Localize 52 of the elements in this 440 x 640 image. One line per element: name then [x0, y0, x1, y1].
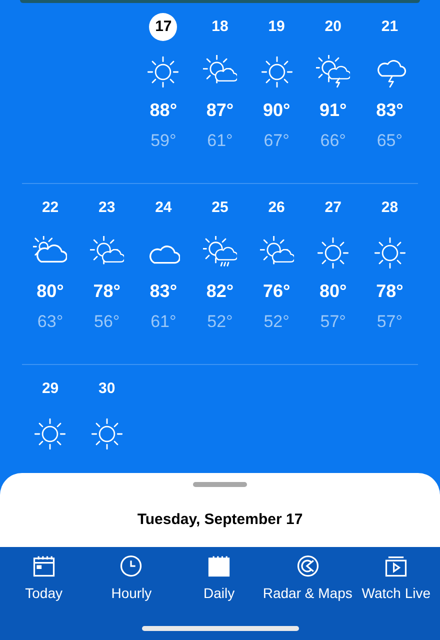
drag-handle[interactable]	[193, 482, 247, 487]
high-temperature: 90°	[262, 99, 290, 122]
low-temperature: 57°	[320, 311, 346, 333]
high-temperature: 80°	[320, 280, 347, 303]
tab[interactable]: Watch Live	[352, 547, 440, 604]
day-number[interactable]: 17	[149, 13, 178, 41]
day-number[interactable]: 18	[206, 13, 234, 41]
tab[interactable]: Today	[0, 547, 88, 604]
low-temperature: 67°	[264, 130, 290, 152]
low-temperature: 59°	[150, 130, 176, 152]
high-temperature: 83°	[150, 280, 178, 303]
high-temperature: 76°	[262, 280, 290, 303]
low-temperature: 65°	[376, 130, 403, 152]
high-temperature: 87°	[206, 99, 234, 122]
weather-icon	[316, 55, 350, 89]
low-temperature: 52°	[264, 311, 290, 333]
selected-date: Tuesday, September 17	[137, 510, 303, 530]
weather-icon	[33, 417, 68, 451]
weather-icon	[90, 417, 124, 451]
day-number[interactable]: 30	[92, 375, 121, 403]
low-temperature: 57°	[376, 311, 403, 333]
day-number[interactable]: 22	[36, 194, 64, 222]
high-temperature: 80°	[36, 280, 64, 303]
low-temperature: 61°	[207, 130, 233, 152]
tab[interactable]: Radar & Maps	[262, 547, 352, 604]
low-temperature: 52°	[207, 311, 233, 333]
high-temperature: 88°	[150, 99, 178, 122]
day-number[interactable]: 23	[92, 194, 121, 222]
high-temperature: 83°	[376, 99, 404, 122]
weather-icon	[316, 236, 350, 270]
low-temperature: 61°	[150, 311, 176, 333]
day-number[interactable]: 27	[319, 194, 348, 222]
high-temperature: 91°	[320, 99, 347, 122]
low-temperature: 56°	[94, 311, 120, 333]
tab[interactable]: Hourly	[88, 547, 176, 604]
low-temperature: 66°	[320, 130, 346, 152]
day-number[interactable]: 20	[319, 13, 348, 41]
day-number[interactable]: 19	[262, 13, 291, 41]
day-number[interactable]: 25	[206, 194, 234, 222]
high-temperature: 78°	[93, 280, 120, 303]
high-temperature: 78°	[376, 280, 404, 303]
weather-icon	[146, 55, 180, 89]
low-temperature: 63°	[37, 311, 64, 333]
day-number[interactable]: 26	[262, 194, 291, 222]
day-number[interactable]: 29	[36, 375, 64, 403]
day-number[interactable]: 28	[376, 194, 404, 222]
tab[interactable]: Daily	[175, 547, 263, 604]
high-temperature: 82°	[206, 280, 234, 303]
day-number[interactable]: 24	[149, 194, 178, 222]
weather-icon	[260, 55, 294, 89]
weather-icon	[372, 236, 407, 270]
day-number[interactable]: 21	[376, 13, 404, 41]
